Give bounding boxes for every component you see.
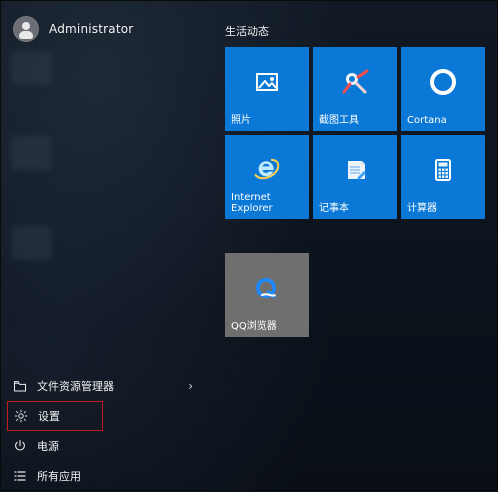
tile-group-title: 生活动态 [225,25,269,38]
photos-icon [250,65,284,99]
tile-label: 计算器 [407,203,437,214]
gear-icon [14,409,28,423]
list-icon [13,469,27,483]
tile-label: QQ浏览器 [231,321,277,332]
tile-internet-explorer[interactable]: Internet Explorer [225,135,309,219]
chevron-right-icon: › [188,379,193,393]
tile-label: 记事本 [319,203,349,214]
tile-notepad[interactable]: 记事本 [313,135,397,219]
tile-label: Cortana [407,115,447,126]
cortana-icon [426,65,460,99]
tile-label: 截图工具 [319,115,359,126]
internet-explorer-icon [250,153,284,187]
start-left-menu: 文件资源管理器 › 设置 电源 所有应用 [1,371,207,491]
tile-label: 照片 [231,115,251,126]
menu-item-label: 文件资源管理器 [37,380,114,393]
menu-item-file-explorer[interactable]: 文件资源管理器 › [1,371,207,401]
start-right-pane: 生活动态 照片 截图工具 Cortana Internet Explorer 记… [225,19,495,489]
snipping-tool-icon [338,65,372,99]
calculator-icon [426,153,460,187]
tile-snipping-tool[interactable]: 截图工具 [313,47,397,131]
user-name: Administrator [49,22,134,36]
menu-item-label: 电源 [37,440,59,453]
blur-block [11,226,51,260]
menu-item-label: 所有应用 [37,470,81,483]
menu-item-power[interactable]: 电源 [1,431,207,461]
start-menu: Administrator 文件资源管理器 › 设置 电源 所有应用 生活动态 … [0,0,498,491]
folder-icon [13,379,27,393]
start-left-pane: Administrator 文件资源管理器 › 设置 电源 所有应用 [1,1,207,492]
blur-block [11,51,51,85]
qq-browser-icon [250,271,284,305]
menu-item-settings[interactable]: 设置 [7,401,103,431]
power-icon [13,439,27,453]
notepad-icon [338,153,372,187]
tile-label: Internet Explorer [231,192,273,214]
tile-photos[interactable]: 照片 [225,47,309,131]
tile-cortana[interactable]: Cortana [401,47,485,131]
menu-item-label: 设置 [38,410,60,423]
user-avatar-icon [13,16,39,42]
menu-item-all-apps[interactable]: 所有应用 [1,461,207,491]
blur-block [11,136,51,170]
user-profile[interactable]: Administrator [13,15,133,43]
blurred-background-elements [11,51,51,331]
tile-qq-browser[interactable]: QQ浏览器 [225,253,309,337]
tile-calculator[interactable]: 计算器 [401,135,485,219]
